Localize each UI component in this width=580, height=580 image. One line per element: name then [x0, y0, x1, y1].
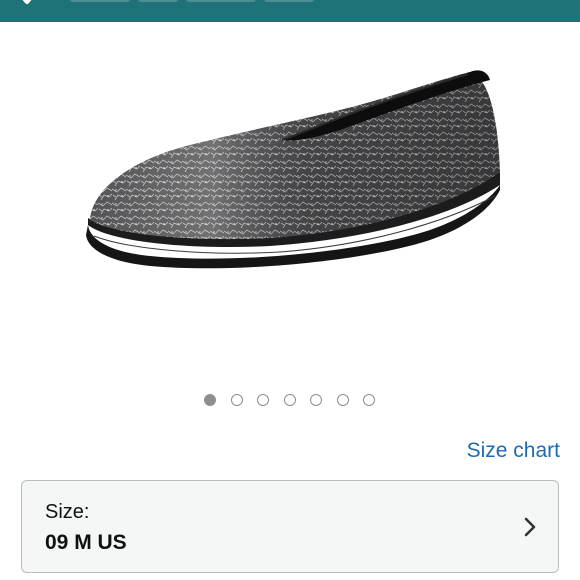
size-label: Size:	[45, 501, 90, 523]
chevron-down-icon[interactable]	[12, 0, 42, 16]
image-carousel-dots	[0, 392, 580, 408]
chevron-right-icon	[524, 517, 536, 537]
carousel-dot[interactable]	[204, 394, 216, 406]
selected-size-value: 09 M US	[45, 531, 127, 554]
header-obscured-text	[70, 0, 330, 4]
carousel-dot[interactable]	[284, 394, 296, 406]
top-header-bar	[0, 0, 580, 22]
product-image[interactable]	[70, 60, 510, 290]
carousel-dot[interactable]	[231, 394, 243, 406]
carousel-dot[interactable]	[363, 394, 375, 406]
size-chart-link[interactable]: Size chart	[467, 439, 560, 463]
carousel-dot[interactable]	[310, 394, 322, 406]
carousel-dot[interactable]	[257, 394, 269, 406]
carousel-dot[interactable]	[337, 394, 349, 406]
size-selector-button[interactable]: Size: 09 M US	[21, 480, 559, 573]
